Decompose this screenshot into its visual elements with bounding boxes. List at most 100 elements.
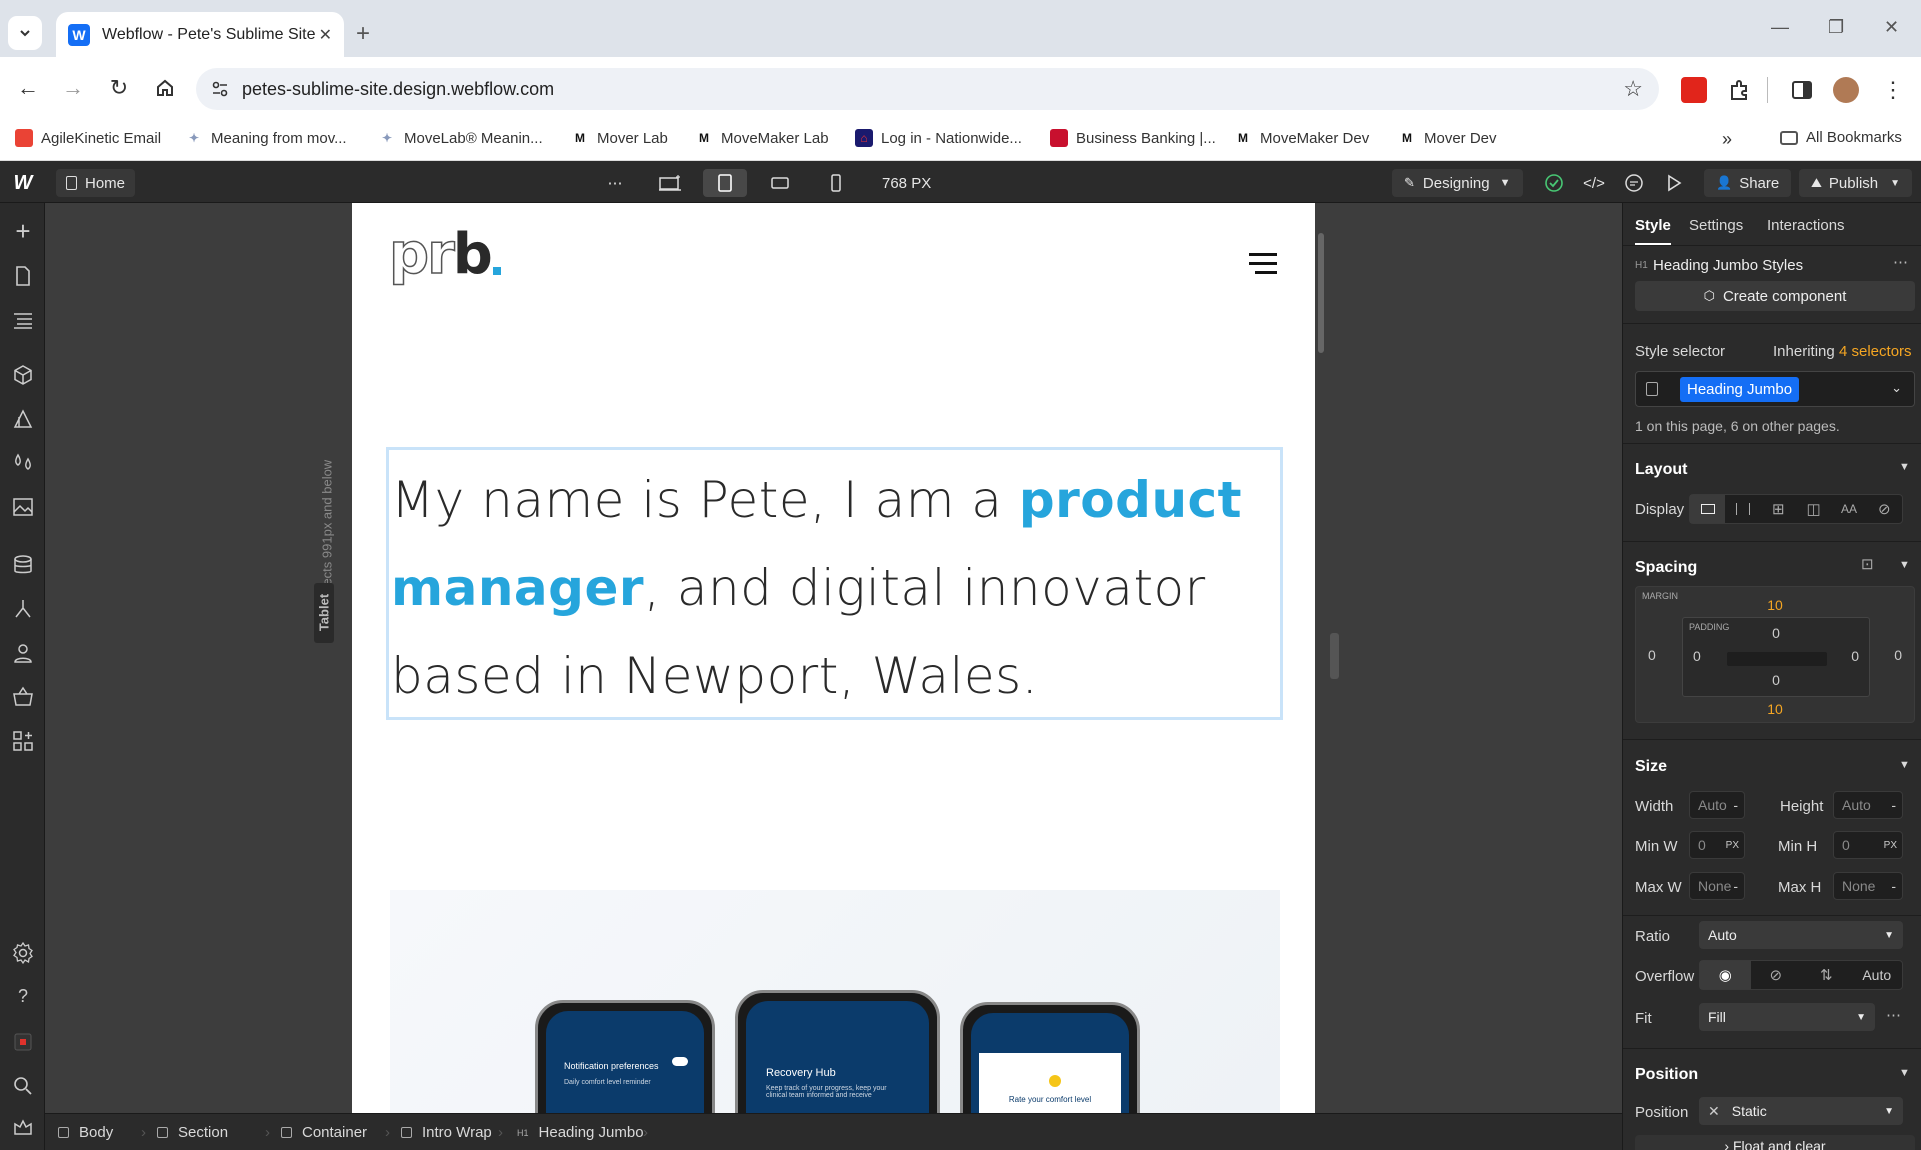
components-icon[interactable]: [11, 363, 35, 387]
padding-right-value[interactable]: 0: [1851, 648, 1859, 664]
more-bookmarks-icon[interactable]: »: [1722, 129, 1732, 150]
breadcrumb-intro-wrap[interactable]: Intro Wrap: [401, 1124, 492, 1141]
bookmark-item[interactable]: ⌂ Log in - Nationwide...: [855, 129, 1022, 147]
heading-jumbo[interactable]: My name is Pete, I am a product manager,…: [386, 447, 1283, 720]
tablet-breakpoint-icon[interactable]: [703, 169, 747, 197]
tab-close-icon[interactable]: ✕: [319, 25, 332, 45]
overflow-scroll-icon[interactable]: ⇅: [1801, 961, 1852, 989]
tab-interactions[interactable]: Interactions: [1767, 217, 1845, 234]
margin-bottom-value[interactable]: 10: [1636, 701, 1914, 717]
canvas-resize-handle[interactable]: [1330, 633, 1339, 679]
float-clear-toggle[interactable]: › Float and clear: [1635, 1135, 1915, 1150]
more-options-icon[interactable]: ⋯: [1893, 253, 1908, 271]
bookmark-item[interactable]: M Mover Lab: [571, 129, 668, 147]
publish-button[interactable]: ⛰ Publish ▼: [1799, 169, 1913, 197]
min-height-unit[interactable]: PX: [1884, 840, 1897, 851]
height-unit[interactable]: -: [1891, 797, 1896, 813]
pdf-extension-icon[interactable]: [1681, 77, 1707, 103]
max-width-input[interactable]: None -: [1689, 872, 1745, 900]
check-status-icon[interactable]: [1542, 169, 1566, 197]
bookmark-item[interactable]: ✦ Meaning from mov...: [185, 129, 347, 147]
selector-chip[interactable]: Heading Jumbo: [1680, 377, 1800, 402]
variables-icon[interactable]: [11, 451, 35, 475]
more-breakpoints-icon[interactable]: ⋯: [604, 169, 626, 197]
tab-settings[interactable]: Settings: [1689, 217, 1743, 234]
bookmark-star-icon[interactable]: ☆: [1623, 76, 1643, 102]
padding-top-value[interactable]: 0: [1683, 625, 1869, 641]
app-extension-icon[interactable]: [11, 1030, 35, 1054]
chevron-down-icon[interactable]: ▼: [1899, 759, 1910, 771]
settings-gear-icon[interactable]: [11, 941, 35, 965]
pages-icon[interactable]: [11, 264, 35, 288]
max-height-input[interactable]: None -: [1833, 872, 1903, 900]
display-none-icon[interactable]: ⊘: [1867, 495, 1902, 523]
overflow-visible-icon[interactable]: ◉: [1700, 961, 1751, 989]
help-icon[interactable]: ?: [11, 986, 35, 1010]
apps-icon[interactable]: [11, 729, 35, 753]
hero-image[interactable]: Notification preferences Daily comfort l…: [390, 890, 1280, 1113]
side-panel-icon[interactable]: [1789, 77, 1815, 103]
display-block-icon[interactable]: [1690, 495, 1726, 523]
display-flex-icon[interactable]: [1725, 495, 1760, 523]
site-info-icon[interactable]: [210, 79, 230, 99]
width-unit[interactable]: -: [1733, 797, 1738, 813]
chevron-down-icon[interactable]: ▼: [1899, 559, 1910, 571]
breadcrumb-section[interactable]: Section: [157, 1124, 228, 1141]
padding-left-value[interactable]: 0: [1693, 648, 1701, 664]
home-icon[interactable]: [150, 73, 180, 103]
ratio-select[interactable]: Auto ▼: [1699, 921, 1903, 949]
chrome-menu-icon[interactable]: ⋮: [1880, 77, 1906, 103]
size-section-title[interactable]: Size: [1635, 758, 1667, 776]
position-select[interactable]: ✕ Static ▼: [1699, 1097, 1903, 1125]
minimize-icon[interactable]: —: [1771, 17, 1789, 38]
margin-right-value[interactable]: 0: [1894, 647, 1902, 663]
chevron-down-icon[interactable]: ▼: [1899, 461, 1910, 473]
breadcrumb-body[interactable]: Body: [58, 1124, 113, 1141]
add-elements-icon[interactable]: +: [11, 218, 35, 244]
fit-select[interactable]: Fill ▼: [1699, 1003, 1875, 1031]
browser-tab[interactable]: W Webflow - Pete's Sublime Site ✕: [56, 12, 344, 57]
users-icon[interactable]: [11, 641, 35, 665]
breadcrumb-container[interactable]: Container: [281, 1124, 367, 1141]
assets-icon[interactable]: [11, 495, 35, 519]
ecommerce-icon[interactable]: [11, 685, 35, 709]
style-manager-icon[interactable]: [11, 407, 35, 431]
desktop-base-breakpoint-icon[interactable]: [654, 169, 686, 197]
overflow-auto[interactable]: Auto: [1852, 961, 1903, 989]
bookmark-item[interactable]: M Mover Dev: [1398, 129, 1497, 147]
navigator-icon[interactable]: [11, 308, 35, 332]
cms-icon[interactable]: [11, 553, 35, 577]
search-icon[interactable]: [11, 1074, 35, 1098]
comments-icon[interactable]: [1622, 169, 1646, 197]
display-grid-icon[interactable]: ⊞: [1761, 495, 1796, 523]
selectors-link[interactable]: 4 selectors: [1839, 343, 1912, 360]
extensions-puzzle-icon[interactable]: [1727, 77, 1753, 103]
padding-bottom-value[interactable]: 0: [1683, 672, 1869, 688]
bookmark-item[interactable]: M MoveMaker Lab: [695, 129, 829, 147]
hamburger-menu-icon[interactable]: [1249, 253, 1277, 277]
spacing-preset-icon[interactable]: ⊡: [1861, 555, 1874, 573]
mobile-landscape-breakpoint-icon[interactable]: [765, 169, 795, 197]
share-button[interactable]: 👤 Share: [1704, 169, 1792, 197]
spacing-section-title[interactable]: Spacing: [1635, 559, 1697, 577]
reload-icon[interactable]: ↻: [104, 73, 134, 103]
logic-icon[interactable]: [11, 597, 35, 621]
preview-play-icon[interactable]: [1662, 169, 1686, 197]
fit-more-icon[interactable]: ⋯: [1886, 1006, 1901, 1024]
restore-icon[interactable]: ❐: [1828, 17, 1844, 38]
min-height-input[interactable]: 0 PX: [1833, 831, 1903, 859]
window-close-icon[interactable]: ✕: [1884, 17, 1899, 38]
webflow-logo-icon[interactable]: W: [10, 169, 36, 197]
mode-dropdown[interactable]: ✎ Designing ▼: [1392, 169, 1523, 197]
bookmark-item[interactable]: M MoveMaker Dev: [1234, 129, 1369, 147]
chevron-down-icon[interactable]: ▼: [1899, 1067, 1910, 1079]
min-width-input[interactable]: 0 PX: [1689, 831, 1745, 859]
forward-icon[interactable]: →: [58, 73, 88, 103]
create-component-button[interactable]: ⬡ Create component: [1635, 281, 1915, 311]
profile-avatar[interactable]: [1833, 77, 1859, 103]
overflow-hidden-icon[interactable]: ⊘: [1751, 961, 1802, 989]
chevron-down-icon[interactable]: ⌄: [1891, 380, 1902, 396]
tab-style[interactable]: Style: [1635, 217, 1671, 234]
new-tab-button[interactable]: +: [356, 20, 370, 48]
bookmark-item[interactable]: Business Banking |...: [1050, 129, 1216, 147]
